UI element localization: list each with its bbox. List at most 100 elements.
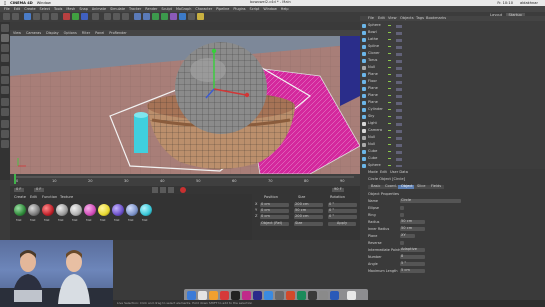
dock-app-icon[interactable] bbox=[231, 291, 240, 300]
am-tab[interactable]: Fields bbox=[428, 184, 445, 189]
deformer-icon[interactable] bbox=[170, 13, 177, 20]
material-swatch[interactable] bbox=[70, 204, 82, 216]
model-mode-icon[interactable] bbox=[1, 34, 9, 42]
om-menu-item[interactable]: Edit bbox=[378, 16, 385, 21]
menu-item[interactable]: Script bbox=[250, 7, 260, 11]
pos-y-field[interactable]: 0 cm bbox=[260, 208, 289, 213]
app-menu[interactable]: CINEMA 4D bbox=[10, 1, 33, 5]
vp-menu-item[interactable]: Panel bbox=[95, 31, 104, 35]
render-view-icon[interactable] bbox=[104, 13, 111, 20]
floor-icon[interactable] bbox=[179, 13, 186, 20]
rot-h-field[interactable]: 0 ° bbox=[328, 202, 357, 207]
next-frame-button[interactable] bbox=[168, 187, 174, 193]
y-axis-icon[interactable] bbox=[72, 13, 79, 20]
menu-item[interactable]: Character bbox=[195, 7, 212, 11]
mat-menu-item[interactable]: Texture bbox=[60, 195, 73, 200]
plane-dropdown[interactable]: XY bbox=[400, 233, 415, 238]
am-menu-item[interactable]: Mode bbox=[368, 170, 378, 175]
start-frame-field[interactable]: 0 F bbox=[14, 187, 24, 192]
pos-x-field[interactable]: 0 cm bbox=[260, 202, 289, 207]
x-axis-icon[interactable] bbox=[63, 13, 70, 20]
menu-item[interactable]: Create bbox=[24, 7, 35, 11]
prev-frame-button[interactable] bbox=[152, 187, 158, 193]
make-editable-icon[interactable] bbox=[1, 24, 9, 32]
max-length-field[interactable]: 5 cm bbox=[400, 268, 425, 273]
z-axis-icon[interactable] bbox=[81, 13, 88, 20]
pos-z-field[interactable]: 0 cm bbox=[260, 214, 289, 219]
dock-app-icon[interactable] bbox=[198, 291, 207, 300]
end-frame-field[interactable]: 90 F bbox=[332, 187, 344, 192]
vp-menu-item[interactable]: ProRender bbox=[109, 31, 126, 35]
vp-menu-item[interactable]: View bbox=[13, 31, 21, 35]
dock-app-icon[interactable] bbox=[330, 291, 339, 300]
om-menu-item[interactable]: File bbox=[368, 16, 374, 21]
mat-menu-item[interactable]: Create bbox=[14, 195, 26, 200]
apply-button[interactable]: Apply bbox=[328, 221, 356, 226]
name-field[interactable]: Circle bbox=[400, 198, 461, 203]
tag-column[interactable] bbox=[396, 23, 402, 167]
size-z-field[interactable]: 200 cm bbox=[294, 214, 323, 219]
rot-p-field[interactable]: 0 ° bbox=[328, 208, 357, 213]
vp-menu-item[interactable]: Display bbox=[46, 31, 59, 35]
axis-mode-icon[interactable] bbox=[1, 98, 9, 106]
pen-icon[interactable] bbox=[143, 13, 150, 20]
points-mode-icon[interactable] bbox=[1, 66, 9, 74]
material-swatch[interactable] bbox=[84, 204, 96, 216]
snap-icon[interactable] bbox=[1, 120, 9, 128]
om-menu-item[interactable]: Tags bbox=[416, 16, 424, 21]
dock-app-icon[interactable] bbox=[253, 291, 262, 300]
number-field[interactable]: 8 bbox=[400, 254, 425, 259]
material-swatch[interactable] bbox=[98, 204, 110, 216]
play-button[interactable] bbox=[160, 187, 166, 193]
material-swatch[interactable] bbox=[14, 204, 26, 216]
render-settings-icon[interactable] bbox=[122, 13, 129, 20]
vp-menu-item[interactable]: Cameras bbox=[26, 31, 41, 35]
clock[interactable]: Fr. 10:10 bbox=[497, 1, 513, 5]
dock-app-icon[interactable] bbox=[286, 291, 295, 300]
camera-icon[interactable] bbox=[188, 13, 195, 20]
subdivision-icon[interactable] bbox=[152, 13, 159, 20]
user-name[interactable]: aldakhnar bbox=[520, 1, 538, 5]
radius-field[interactable]: 50 cm bbox=[400, 219, 425, 224]
world-coord-icon[interactable] bbox=[92, 13, 99, 20]
om-menu-item[interactable]: Bookmarks bbox=[426, 16, 446, 21]
dock-app-icon[interactable] bbox=[242, 291, 251, 300]
intermediate-points-dropdown[interactable]: Adaptive bbox=[400, 247, 425, 252]
light-icon[interactable] bbox=[197, 13, 204, 20]
menu-item[interactable]: Edit bbox=[14, 7, 21, 11]
rot-b-field[interactable]: 0 ° bbox=[328, 214, 357, 219]
record-button[interactable] bbox=[180, 187, 186, 193]
array-icon[interactable] bbox=[161, 13, 168, 20]
menu-item[interactable]: Tracker bbox=[129, 7, 141, 11]
menu-item[interactable]: Mesh bbox=[66, 7, 75, 11]
material-swatch[interactable] bbox=[42, 204, 54, 216]
menu-item[interactable]: Select bbox=[40, 7, 50, 11]
rotate-icon[interactable] bbox=[51, 13, 58, 20]
vp-menu-item[interactable]: Filter bbox=[82, 31, 90, 35]
menu-item[interactable]: Simulate bbox=[110, 7, 125, 11]
edges-mode-icon[interactable] bbox=[1, 76, 9, 84]
coord-mode-dropdown[interactable]: Object (Rel) bbox=[260, 221, 289, 226]
live-selection-icon[interactable] bbox=[24, 13, 31, 20]
mat-menu-item[interactable]: Function bbox=[42, 195, 57, 200]
current-frame-field[interactable]: 0 F bbox=[34, 187, 44, 192]
size-mode-dropdown[interactable]: Size bbox=[294, 221, 323, 226]
lock-workplane-icon[interactable] bbox=[1, 130, 9, 138]
dock-app-icon[interactable] bbox=[275, 291, 284, 300]
redo-icon[interactable] bbox=[12, 13, 19, 20]
menu-item[interactable]: Tools bbox=[54, 7, 62, 11]
material-swatch[interactable] bbox=[140, 204, 152, 216]
ellipse-checkbox[interactable] bbox=[400, 205, 404, 210]
window-menu[interactable]: Window bbox=[37, 1, 51, 5]
3d-viewport[interactable] bbox=[10, 36, 360, 174]
undo-icon[interactable] bbox=[3, 13, 10, 20]
dock-app-icon[interactable] bbox=[297, 291, 306, 300]
vp-menu-item[interactable]: Options bbox=[64, 31, 77, 35]
reverse-checkbox[interactable] bbox=[400, 240, 404, 245]
menu-item[interactable]: Render bbox=[145, 7, 157, 11]
cube-icon[interactable] bbox=[134, 13, 141, 20]
menu-item[interactable]: Animate bbox=[92, 7, 106, 11]
timeline[interactable]: 0 10 20 30 40 50 60 70 80 90 bbox=[10, 174, 360, 186]
scale-icon[interactable] bbox=[42, 13, 49, 20]
move-icon[interactable] bbox=[33, 13, 40, 20]
